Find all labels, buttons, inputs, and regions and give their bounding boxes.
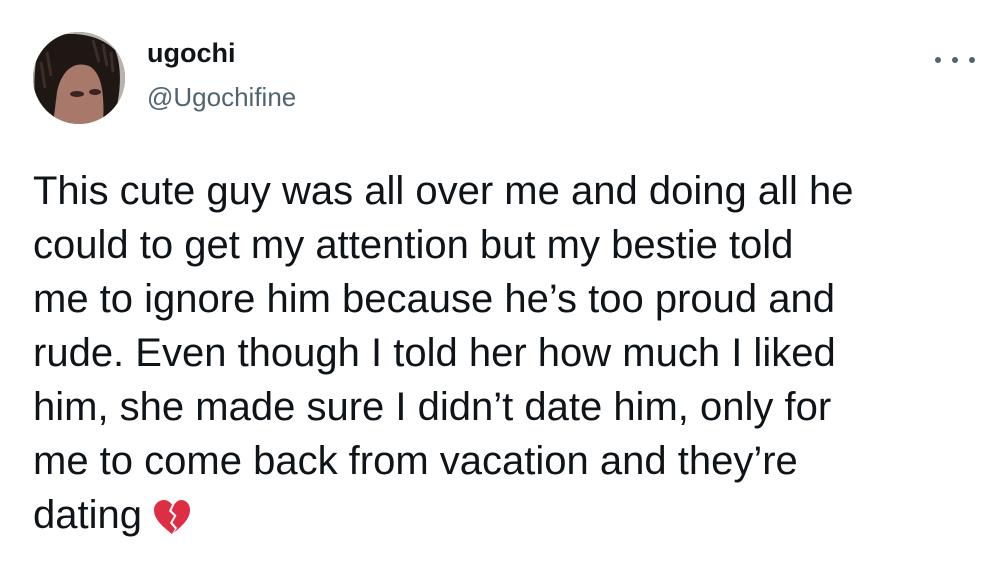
- broken-heart-icon: [152, 496, 192, 550]
- tweet-text-line: could to get my attention but my bestie …: [33, 223, 794, 267]
- dot-icon: [952, 57, 958, 63]
- tweet-text-line: dating: [33, 493, 142, 537]
- tweet-text-line: This cute guy was all over me and doing …: [33, 169, 854, 213]
- avatar[interactable]: [33, 32, 125, 124]
- tweet-text-line: me to ignore him because he’s too proud …: [33, 277, 836, 321]
- author-handle[interactable]: @Ugochifine: [147, 82, 296, 113]
- dot-icon: [969, 57, 975, 63]
- tweet-card: ugochi @Ugochifine This cute guy was all…: [0, 0, 1000, 573]
- author-display-name[interactable]: ugochi: [147, 38, 236, 69]
- tweet-text-line: him, she made sure I didn’t date him, on…: [33, 385, 832, 429]
- dot-icon: [935, 57, 941, 63]
- avatar-image: [33, 32, 125, 124]
- tweet-text-last-line: dating: [33, 488, 973, 550]
- tweet-text: This cute guy was all over me and doing …: [33, 164, 973, 550]
- more-options-icon[interactable]: [935, 48, 975, 72]
- tweet-text-line: me to come back from vacation and they’r…: [33, 439, 798, 483]
- tweet-text-line: rude. Even though I told her how much I …: [33, 331, 836, 375]
